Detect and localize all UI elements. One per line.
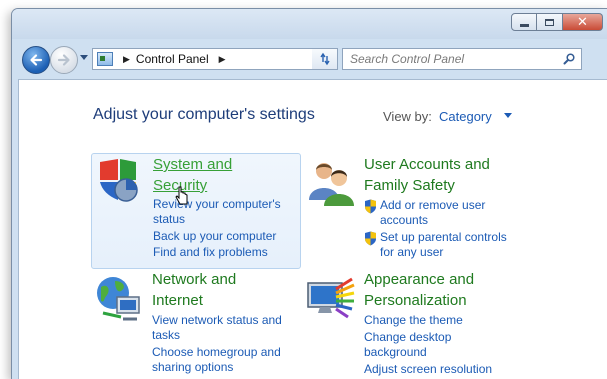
category-title[interactable]: Internet <box>152 290 203 311</box>
refresh-icon <box>319 52 330 66</box>
category-system-security[interactable]: System and Security Review your computer… <box>91 153 301 269</box>
category-network-internet[interactable]: Network and Internet View network status… <box>93 269 303 379</box>
address-bar[interactable]: ▶ Control Panel ▶ <box>92 48 337 70</box>
minimize-button[interactable] <box>511 13 537 31</box>
breadcrumb-control-panel[interactable]: Control Panel <box>136 52 209 66</box>
forward-button[interactable] <box>50 46 78 74</box>
uac-shield-icon <box>365 199 376 214</box>
hand-cursor-icon <box>175 186 188 205</box>
title-bar[interactable]: ✕ <box>12 9 607 39</box>
link-network-status[interactable]: View network status and <box>152 313 282 328</box>
view-by-dropdown[interactable]: Category <box>439 109 492 124</box>
back-button[interactable] <box>22 46 50 74</box>
recent-pages-dropdown-icon[interactable] <box>80 55 88 60</box>
category-title[interactable]: User Accounts and <box>364 154 490 175</box>
breadcrumb-arrow-icon[interactable]: ▶ <box>123 54 130 65</box>
control-panel-icon <box>97 52 113 66</box>
network-globe-icon <box>97 277 140 321</box>
search-icon[interactable] <box>563 53 575 65</box>
forward-arrow-icon <box>57 54 70 66</box>
page-title: Adjust your computer's settings <box>93 106 315 123</box>
link-add-remove-users[interactable]: Add or remove user <box>380 198 485 213</box>
category-user-accounts[interactable]: User Accounts and Family Safety Add or r… <box>306 154 526 266</box>
category-title[interactable]: Personalization <box>364 290 467 311</box>
link-backup[interactable]: Back up your computer <box>153 229 276 244</box>
link-add-remove-users[interactable]: accounts <box>380 213 428 228</box>
link-review-status[interactable]: Review your computer's <box>153 197 281 212</box>
link-parental-controls[interactable]: Set up parental controls <box>380 230 507 245</box>
monitor-palette-icon <box>307 277 355 319</box>
category-title[interactable]: Family Safety <box>364 175 455 196</box>
users-icon <box>309 163 354 206</box>
category-appearance[interactable]: Appearance and Personalization Change th… <box>306 269 536 379</box>
search-box[interactable] <box>342 48 582 70</box>
back-arrow-icon <box>30 54 43 66</box>
control-panel-window: ✕ ▶ Control Panel ▶ Search Control Panel… <box>11 8 607 379</box>
link-desktop-background[interactable]: Change desktop <box>364 330 451 345</box>
shield-pie-chart-icon <box>100 159 138 202</box>
category-title[interactable]: Network and <box>152 269 236 290</box>
uac-shield-icon <box>365 231 376 246</box>
content-pane: Adjust your computer's settings View by:… <box>18 79 607 379</box>
link-desktop-background[interactable]: background <box>364 345 427 360</box>
minimize-icon <box>519 23 529 27</box>
link-parental-controls[interactable]: for any user <box>380 245 443 260</box>
maximize-icon <box>545 18 554 26</box>
search-input[interactable] <box>348 51 562 67</box>
caption-buttons: ✕ <box>511 13 603 31</box>
navigation-toolbar: ▶ Control Panel ▶ <box>12 39 607 79</box>
close-button[interactable]: ✕ <box>563 13 603 31</box>
link-homegroup[interactable]: Choose homegroup and <box>152 345 281 360</box>
view-by-label: View by: <box>383 109 432 124</box>
link-review-status[interactable]: status <box>153 212 185 227</box>
refresh-button[interactable] <box>312 48 338 70</box>
link-screen-resolution[interactable]: Adjust screen resolution <box>364 362 492 377</box>
category-title[interactable]: System and <box>153 154 232 175</box>
maximize-button[interactable] <box>537 13 563 31</box>
breadcrumb-arrow-icon[interactable]: ▶ <box>219 54 226 65</box>
chevron-down-icon[interactable] <box>504 113 512 118</box>
close-icon: ✕ <box>577 14 588 30</box>
link-network-status[interactable]: tasks <box>152 328 180 343</box>
link-find-fix[interactable]: Find and fix problems <box>153 245 268 260</box>
link-change-theme[interactable]: Change the theme <box>364 313 463 328</box>
category-title[interactable]: Appearance and <box>364 269 474 290</box>
link-homegroup[interactable]: sharing options <box>152 360 233 375</box>
